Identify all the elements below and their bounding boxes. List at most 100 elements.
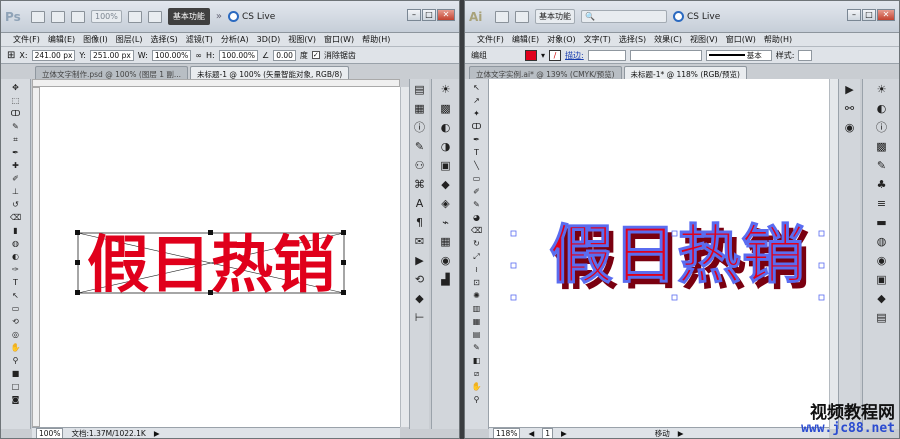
ai-search-input[interactable]: 🔍: [581, 10, 667, 23]
ai-tab-doc-2[interactable]: 未标题-1* @ 118% (RGB/预览): [623, 66, 747, 79]
move-tool-icon[interactable]: ✥: [10, 83, 21, 93]
zoom-tool-icon[interactable]: ⚲: [10, 356, 21, 366]
ai-menu-item-1[interactable]: 编辑(E): [512, 34, 539, 45]
symbol-sprayer-tool-icon[interactable]: ✺: [471, 291, 482, 301]
link-icon[interactable]: ∞: [195, 51, 202, 60]
ai-workspace-button[interactable]: 基本功能: [535, 9, 575, 24]
ai-color-guide-icon[interactable]: ◐: [875, 102, 889, 115]
gradient-tool-icon[interactable]: ▤: [471, 330, 482, 340]
ai-menu-item-6[interactable]: 视图(V): [690, 34, 718, 45]
ai-canvas[interactable]: 假日热销 假日热销: [489, 79, 829, 429]
shape-tool-icon[interactable]: ▭: [10, 304, 21, 314]
ps-menu-item-8[interactable]: 视图(V): [288, 34, 316, 45]
ai-navigator-icon[interactable]: ▶: [843, 83, 857, 96]
zoom-tool-icon[interactable]: ⚲: [471, 395, 482, 405]
styles-icon[interactable]: ◐: [439, 121, 453, 134]
fill-swatch[interactable]: [525, 49, 537, 61]
ps-menu-item-9[interactable]: 窗口(W): [324, 34, 354, 45]
reference-point-icon[interactable]: ⊞: [7, 50, 15, 61]
ai-menu-item-2[interactable]: 对象(O): [547, 34, 576, 45]
type-tool-icon[interactable]: T: [10, 278, 21, 288]
h-field[interactable]: 100.00%: [218, 49, 259, 61]
adjustments-icon[interactable]: ◑: [439, 140, 453, 153]
arrange-icon[interactable]: [515, 10, 529, 23]
lasso-tool-icon[interactable]: ↀ: [10, 109, 21, 119]
ai-links-icon[interactable]: ⚯: [843, 102, 857, 115]
screen-mode-icon[interactable]: [147, 10, 162, 23]
minimize-button[interactable]: –: [847, 9, 861, 21]
ai-status-arrow-icon[interactable]: ▶: [678, 429, 684, 438]
hand-tool-icon[interactable]: ✋: [471, 382, 482, 392]
quickmask-tool-icon[interactable]: ◙: [10, 395, 21, 405]
paintbrush-tool-icon[interactable]: ✐: [471, 187, 482, 197]
mesh-tool-icon[interactable]: ▦: [471, 317, 482, 327]
fill-dropdown-icon[interactable]: ▾: [541, 51, 545, 60]
ai-artboards-icon[interactable]: ▤: [875, 311, 889, 324]
quick-select-tool-icon[interactable]: ✎: [10, 122, 21, 132]
variable-width-field[interactable]: [629, 49, 702, 61]
ai-first-page-icon[interactable]: ◀: [528, 429, 534, 438]
stroke-weight-field[interactable]: [587, 49, 626, 61]
ai-symbols-icon[interactable]: ♣: [875, 178, 889, 191]
scale-tool-icon[interactable]: ⤢: [471, 252, 482, 262]
ai-menu-item-7[interactable]: 窗口(W): [726, 34, 756, 45]
ps-status-zoom[interactable]: 100%: [36, 427, 64, 438]
history-brush-tool-icon[interactable]: ↺: [10, 200, 21, 210]
ps-menu-item-5[interactable]: 滤镜(T): [186, 34, 213, 45]
ai-page-field[interactable]: 1: [542, 427, 554, 438]
color-icon[interactable]: ☀: [439, 83, 453, 96]
close-button[interactable]: ✕: [877, 9, 895, 21]
info-icon[interactable]: ⓘ: [413, 121, 427, 134]
history-icon[interactable]: ⟲: [413, 273, 427, 286]
ps-canvas[interactable]: 假日热销: [40, 87, 400, 427]
maximize-button[interactable]: □: [862, 9, 876, 21]
minibridge-icon[interactable]: [51, 10, 65, 23]
w-field[interactable]: 100.00%: [151, 49, 192, 61]
rectangle-tool-icon[interactable]: ▭: [471, 174, 482, 184]
ps-menu-item-2[interactable]: 图像(I): [83, 34, 108, 45]
tab-doc-1[interactable]: 立体文字制作.psd @ 100% (图层 1 副...: [35, 66, 189, 79]
line-tool-icon[interactable]: ╲: [471, 161, 482, 171]
ai-status-zoom[interactable]: 118%: [493, 427, 521, 438]
x-field[interactable]: 241.00 px: [31, 49, 76, 61]
ai-cslive-button[interactable]: CS Live: [673, 11, 720, 22]
crop-tool-icon[interactable]: ⌗: [10, 135, 21, 145]
stamp-tool-icon[interactable]: ⊥: [10, 187, 21, 197]
ps-scrollbar[interactable]: [400, 87, 409, 427]
ai-next-page-icon[interactable]: ▶: [561, 429, 567, 438]
direct-select-tool-icon[interactable]: ↗: [471, 96, 482, 106]
ai-actions-icon[interactable]: ◉: [843, 121, 857, 134]
ps-menu-item-4[interactable]: 选择(S): [150, 34, 177, 45]
paragraph-icon[interactable]: ¶: [413, 216, 427, 229]
close-button[interactable]: ✕: [437, 9, 455, 21]
width-tool-icon[interactable]: ≀: [471, 265, 482, 275]
stroke-swatch[interactable]: /: [549, 49, 562, 61]
selection-tool-icon[interactable]: ↖: [471, 83, 482, 93]
bridge-icon[interactable]: [31, 10, 45, 23]
ps-menu-item-1[interactable]: 编辑(E): [48, 34, 75, 45]
character-icon[interactable]: A: [413, 197, 427, 210]
ai-color-icon[interactable]: ☀: [875, 83, 889, 96]
bridge-icon[interactable]: [495, 10, 509, 23]
path-select-tool-icon[interactable]: ↖: [10, 291, 21, 301]
brush-field[interactable]: 基本: [705, 49, 772, 61]
cslive-button[interactable]: CS Live: [228, 11, 275, 22]
ai-menu-item-5[interactable]: 效果(C): [654, 34, 682, 45]
ai-stroke-icon[interactable]: ≡: [875, 197, 889, 210]
ps-menu-item-7[interactable]: 3D(D): [257, 35, 281, 44]
3d-orbit-tool-icon[interactable]: ◎: [10, 330, 21, 340]
style-swatch[interactable]: [798, 49, 813, 61]
ai-menu-item-3[interactable]: 文字(T): [584, 34, 611, 45]
ai-transparency-icon[interactable]: ◍: [875, 235, 889, 248]
dodge-tool-icon[interactable]: ◐: [10, 252, 21, 262]
ai-menu-item-4[interactable]: 选择(S): [619, 34, 646, 45]
lasso-tool-icon[interactable]: ↀ: [471, 122, 482, 132]
angle-field[interactable]: 0.00: [273, 49, 296, 61]
channels-icon[interactable]: ▦: [413, 102, 427, 115]
ps-menu-item-10[interactable]: 帮助(H): [362, 34, 390, 45]
masks-icon[interactable]: ▣: [439, 159, 453, 172]
ps-menu-item-3[interactable]: 图层(L): [116, 34, 143, 45]
free-transform-tool-icon[interactable]: ⊡: [471, 278, 482, 288]
workspace-button[interactable]: 基本功能: [167, 8, 210, 25]
ai-menu-item-0[interactable]: 文件(F): [477, 34, 504, 45]
